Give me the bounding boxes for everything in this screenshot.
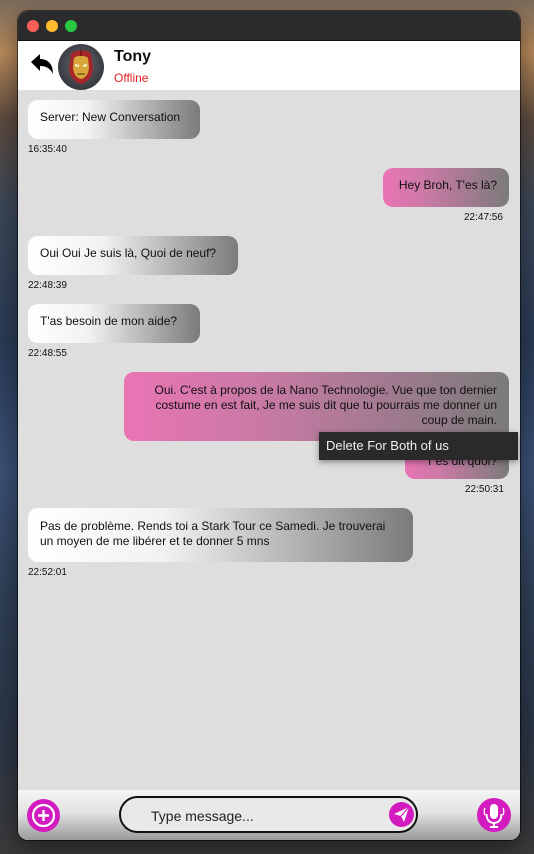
microphone-icon	[483, 804, 505, 828]
message-incoming[interactable]: Oui Oui Je suis là, Quoi de neuf?	[28, 236, 238, 275]
composer-bar	[18, 790, 520, 840]
minimize-window-button[interactable]	[46, 20, 58, 32]
maximize-window-button[interactable]	[65, 20, 77, 32]
context-menu-delete-both[interactable]: Delete For Both of us	[319, 432, 518, 460]
message-timestamp: 22:50:31	[465, 484, 504, 495]
contact-status: Offline	[114, 71, 149, 85]
chat-window: Tony Offline Server: New Conversation 16…	[18, 11, 520, 840]
close-window-button[interactable]	[27, 20, 39, 32]
message-bubble: Pas de problème. Rends toi a Stark Tour …	[28, 508, 413, 562]
message-bubble: Oui Oui Je suis là, Quoi de neuf?	[28, 236, 238, 275]
message-bubble: T'as besoin de mon aide?	[28, 304, 200, 343]
message-timestamp: 22:48:55	[28, 348, 67, 359]
message-bubble: Hey Broh, T'es là?	[383, 168, 509, 207]
message-incoming[interactable]: Pas de problème. Rends toi a Stark Tour …	[28, 508, 413, 562]
message-outgoing[interactable]: Oui. C'est à propos de la Nano Technolog…	[124, 372, 509, 441]
message-incoming[interactable]: Server: New Conversation	[28, 100, 200, 139]
add-attachment-button[interactable]	[27, 799, 60, 832]
message-incoming[interactable]: T'as besoin de mon aide?	[28, 304, 200, 343]
message-input[interactable]	[149, 804, 383, 828]
message-timestamp: 22:52:01	[28, 567, 67, 578]
message-bubble: Oui. C'est à propos de la Nano Technolog…	[124, 372, 509, 441]
paper-plane-icon	[394, 806, 410, 822]
send-button[interactable]	[389, 802, 414, 827]
contact-avatar[interactable]	[58, 44, 104, 90]
message-outgoing[interactable]: Hey Broh, T'es là?	[383, 168, 509, 207]
message-bubble: Server: New Conversation	[28, 100, 200, 139]
iron-man-helmet-icon	[69, 50, 93, 84]
back-button[interactable]	[29, 53, 55, 77]
reply-arrow-icon	[31, 54, 53, 74]
plus-circle-icon	[31, 803, 56, 828]
message-timestamp: 22:47:56	[464, 212, 503, 223]
message-timestamp: 22:48:39	[28, 280, 67, 291]
contact-name: Tony	[114, 48, 152, 65]
voice-record-button[interactable]	[477, 798, 511, 832]
chat-header: Tony Offline	[18, 41, 520, 90]
message-timestamp: 16:35:40	[28, 144, 67, 155]
title-bar	[18, 11, 520, 41]
message-input-container	[119, 796, 418, 833]
